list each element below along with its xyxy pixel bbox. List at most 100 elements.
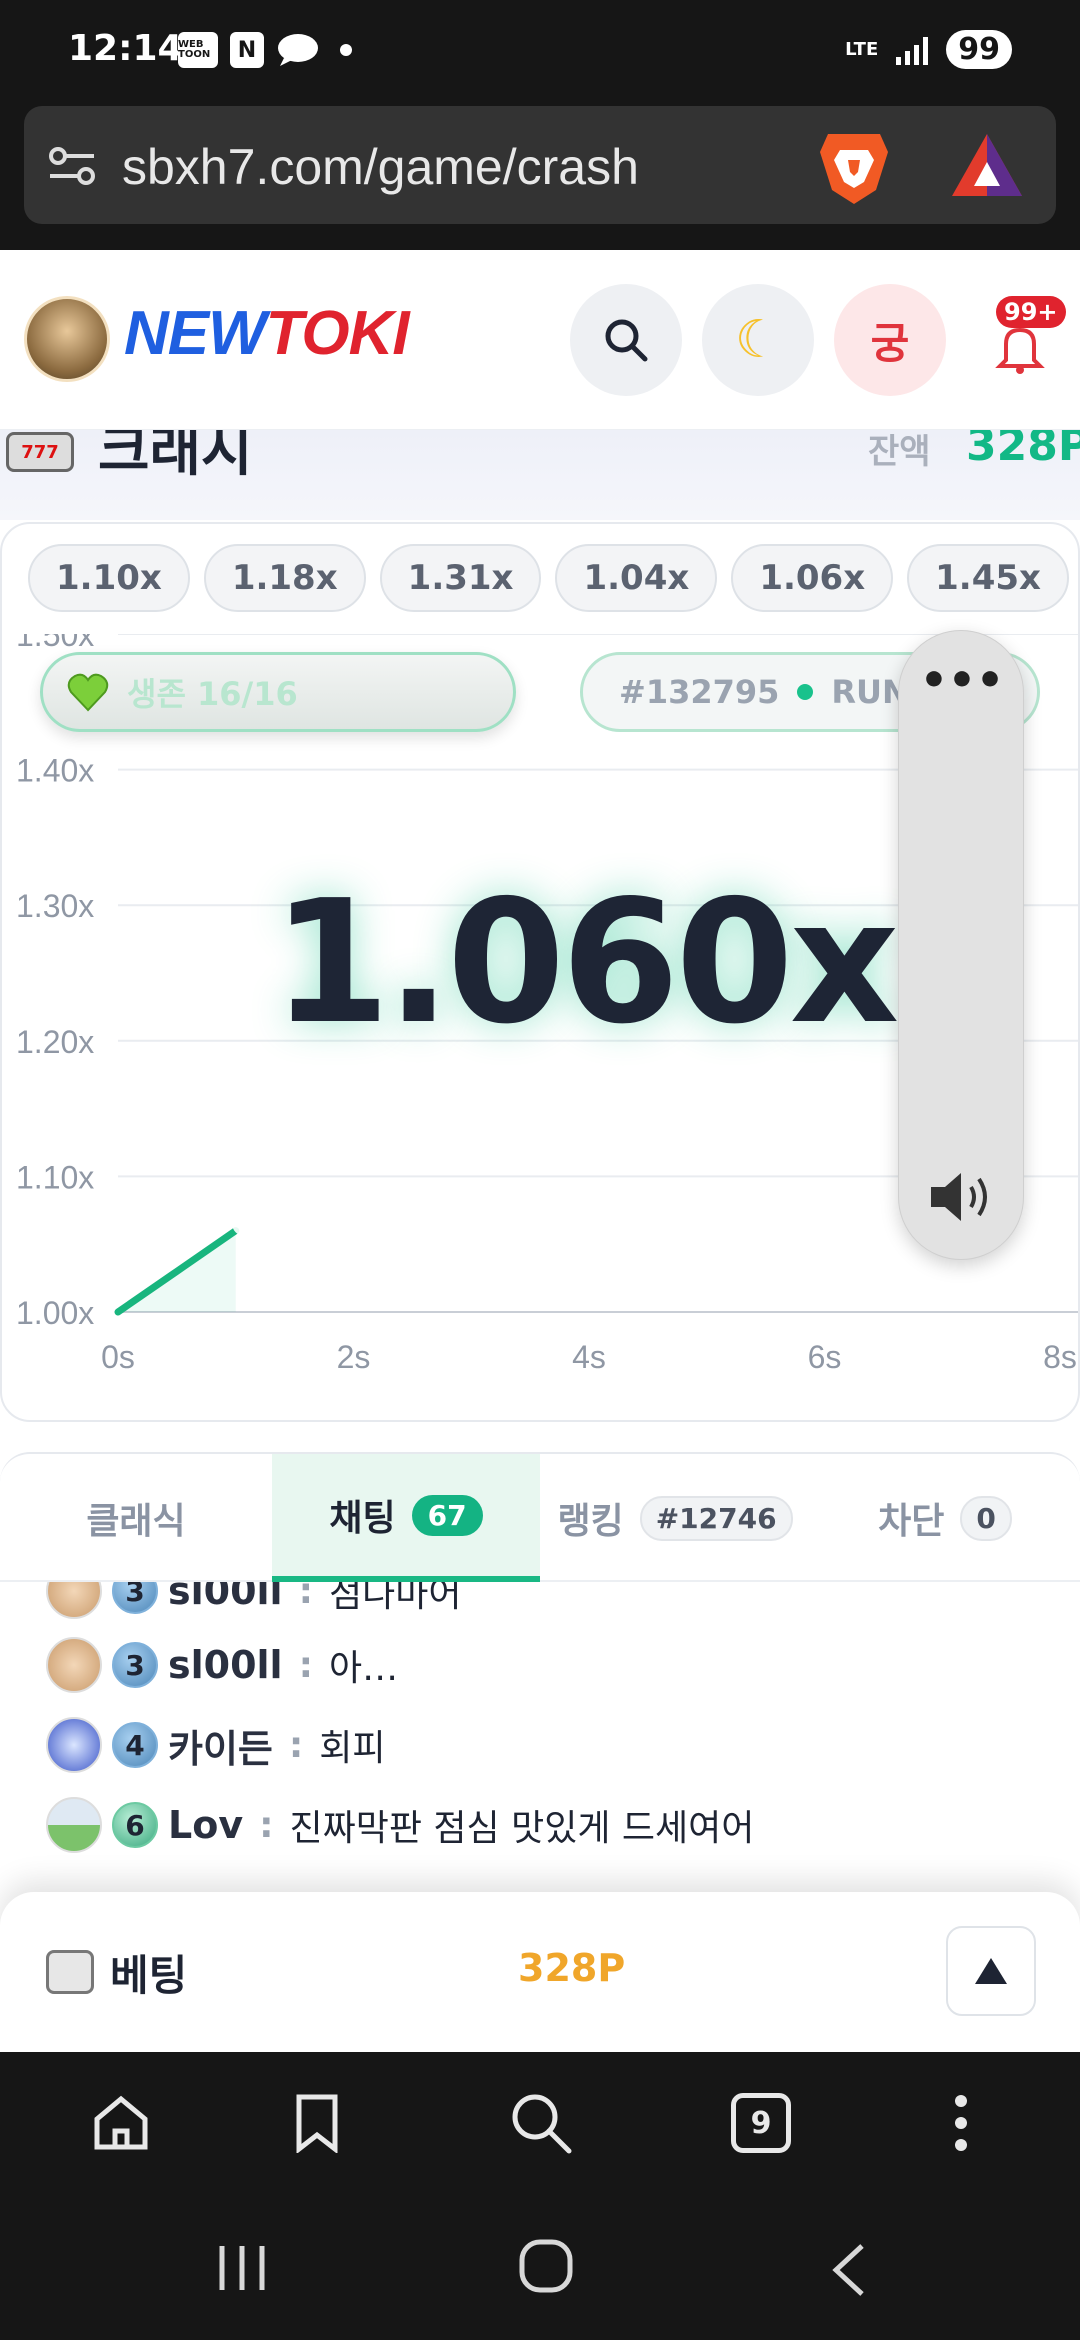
level-badge: 3: [112, 1642, 158, 1688]
current-multiplier: 1.060x: [272, 864, 899, 1062]
naver-icon: N: [230, 32, 264, 68]
notification-icons: WEB TOON N: [178, 32, 352, 68]
site-header: NEWTOKI ☾ 궁 99+: [0, 250, 1080, 430]
tabs-button[interactable]: 9: [726, 2088, 796, 2158]
chat-nickname[interactable]: Lov: [168, 1803, 243, 1847]
chat-separator: :: [288, 1724, 304, 1766]
tab-classic[interactable]: 클래식: [0, 1454, 272, 1582]
search-button[interactable]: [570, 284, 682, 396]
round-id: #132795: [619, 673, 780, 711]
level-badge: 3: [112, 1582, 158, 1614]
url-text[interactable]: sbxh7.com/game/crash: [122, 138, 639, 196]
history-chip: 1.18x: [203, 544, 366, 612]
recent-apps-icon[interactable]: [216, 2242, 268, 2294]
tabs-bar: 클래식 채팅 67 랭킹 #12746 차단 0: [0, 1452, 1080, 1582]
status-bar: 12:14 WEB TOON N LTE 99: [0, 0, 1080, 100]
history-chip: 1.10x: [28, 544, 190, 612]
browser-toolbar: sbxh7.com/game/crash: [0, 100, 1080, 250]
user-initial: 궁: [870, 318, 910, 368]
system-navigation-bar: [0, 2192, 1080, 2340]
y-tick-label: 1.20x: [16, 1024, 94, 1060]
home-icon: [94, 2095, 148, 2150]
level-badge: 4: [112, 1722, 158, 1768]
chat-message: 3 sl00ll : 아…: [46, 1630, 398, 1700]
level-badge: 6: [112, 1802, 158, 1848]
balance-value: 328P: [966, 430, 1080, 471]
more-options-icon[interactable]: •••: [899, 659, 1025, 703]
avatar[interactable]: [46, 1797, 102, 1853]
bookmarks-button[interactable]: [282, 2088, 352, 2158]
slot-machine-icon: 777: [6, 432, 74, 472]
brave-shields-icon[interactable]: [818, 126, 890, 206]
notification-badge: 99+: [996, 296, 1066, 328]
x-tick-label: 0s: [101, 1339, 135, 1375]
tab-classic-label: 클래식: [86, 1501, 186, 1542]
more-notifications-dot: [340, 44, 352, 56]
tab-blocked[interactable]: 차단 0: [810, 1454, 1080, 1582]
chat-nickname[interactable]: sl00ll: [168, 1643, 283, 1687]
avatar[interactable]: [46, 1582, 102, 1619]
tab-chat[interactable]: 채팅 67: [272, 1454, 540, 1582]
y-tick-label: 1.10x: [16, 1159, 94, 1195]
y-tick-label: 1.00x: [16, 1295, 94, 1331]
search-nav-button[interactable]: [506, 2088, 576, 2158]
chat-separator: :: [298, 1644, 313, 1686]
lte-indicator: LTE: [845, 38, 879, 60]
status-right: LTE 99: [845, 30, 1012, 69]
history-chips: 1.10x1.18x1.31x1.04x1.06x1.45x1.46: [28, 544, 1078, 612]
bet-expand-button[interactable]: [946, 1926, 1036, 2016]
chat-nickname[interactable]: 카이든: [168, 1718, 273, 1773]
chat-text: 점나마어: [328, 1582, 462, 1615]
back-icon[interactable]: [828, 2242, 868, 2298]
y-tick-label: 1.30x: [16, 888, 94, 924]
moon-icon: ☾: [734, 310, 782, 370]
site-logo[interactable]: NEWTOKI: [124, 298, 410, 369]
chat-text: 진짜막판 점심 맛있게 드세여어: [289, 1808, 755, 1849]
chat-nickname[interactable]: sl00ll: [168, 1582, 283, 1613]
home-button[interactable]: [86, 2088, 156, 2158]
history-chip: 1.31x: [379, 544, 542, 612]
browser-bottom-nav: 9: [0, 2052, 1080, 2192]
series-head-point: [231, 1208, 260, 1237]
home-nav-icon[interactable]: [518, 2238, 574, 2294]
tab-chat-label: 채팅: [329, 1498, 396, 1539]
rank-badge: #12746: [639, 1495, 793, 1541]
avatar[interactable]: [46, 1717, 102, 1773]
x-tick-label: 8s: [1043, 1339, 1077, 1375]
dark-mode-button[interactable]: ☾: [702, 284, 814, 396]
x-tick-label: 2s: [337, 1339, 371, 1375]
speaker-icon[interactable]: [927, 1169, 997, 1225]
chat-text: 아…: [328, 1648, 399, 1689]
bell-icon[interactable]: [992, 320, 1048, 376]
avatar[interactable]: [46, 1637, 102, 1693]
x-tick-label: 4s: [572, 1339, 606, 1375]
chat-separator: :: [298, 1582, 313, 1612]
heart-icon: [67, 673, 109, 712]
survivor-text: 생존 16/16: [127, 675, 298, 713]
brave-rewards-icon[interactable]: [950, 132, 1024, 198]
live-dot: [797, 684, 814, 700]
address-bar[interactable]: sbxh7.com/game/crash: [24, 106, 1056, 224]
chat-count-badge: 67: [411, 1494, 483, 1536]
history-chip: 1.04x: [555, 544, 718, 612]
bookmark-icon: [296, 2094, 338, 2153]
bet-points: 328P: [518, 1946, 626, 1990]
site-logo-avatar[interactable]: [24, 296, 110, 382]
chat-list[interactable]: 3 sl00ll : 점나마어 3 sl00ll : 아… 4 카이든 : 회피…: [0, 1582, 1080, 1902]
tab-blocked-label: 차단: [878, 1501, 945, 1542]
user-menu-button[interactable]: 궁: [834, 284, 946, 396]
site-settings-icon[interactable]: [48, 144, 96, 188]
menu-button[interactable]: [926, 2088, 996, 2158]
webtoon-icon: WEB TOON: [178, 32, 218, 68]
survivor-counter: 생존 16/16: [40, 652, 516, 732]
floating-side-panel[interactable]: •••: [898, 630, 1024, 1260]
tab-ranking[interactable]: 랭킹 #12746: [540, 1454, 810, 1582]
bet-label: 베팅: [110, 1951, 188, 2000]
tab-count: 9: [750, 2105, 772, 2141]
battery-indicator: 99: [946, 30, 1012, 69]
chat-separator: :: [259, 1804, 274, 1846]
more-vertical-icon: [955, 2095, 967, 2151]
chat-message: 3 sl00ll : 점나마어: [46, 1582, 461, 1626]
logo-toki-text: TOKI: [265, 299, 410, 368]
page-title-strip: 777 크래시 잔액 328P: [0, 430, 1080, 520]
